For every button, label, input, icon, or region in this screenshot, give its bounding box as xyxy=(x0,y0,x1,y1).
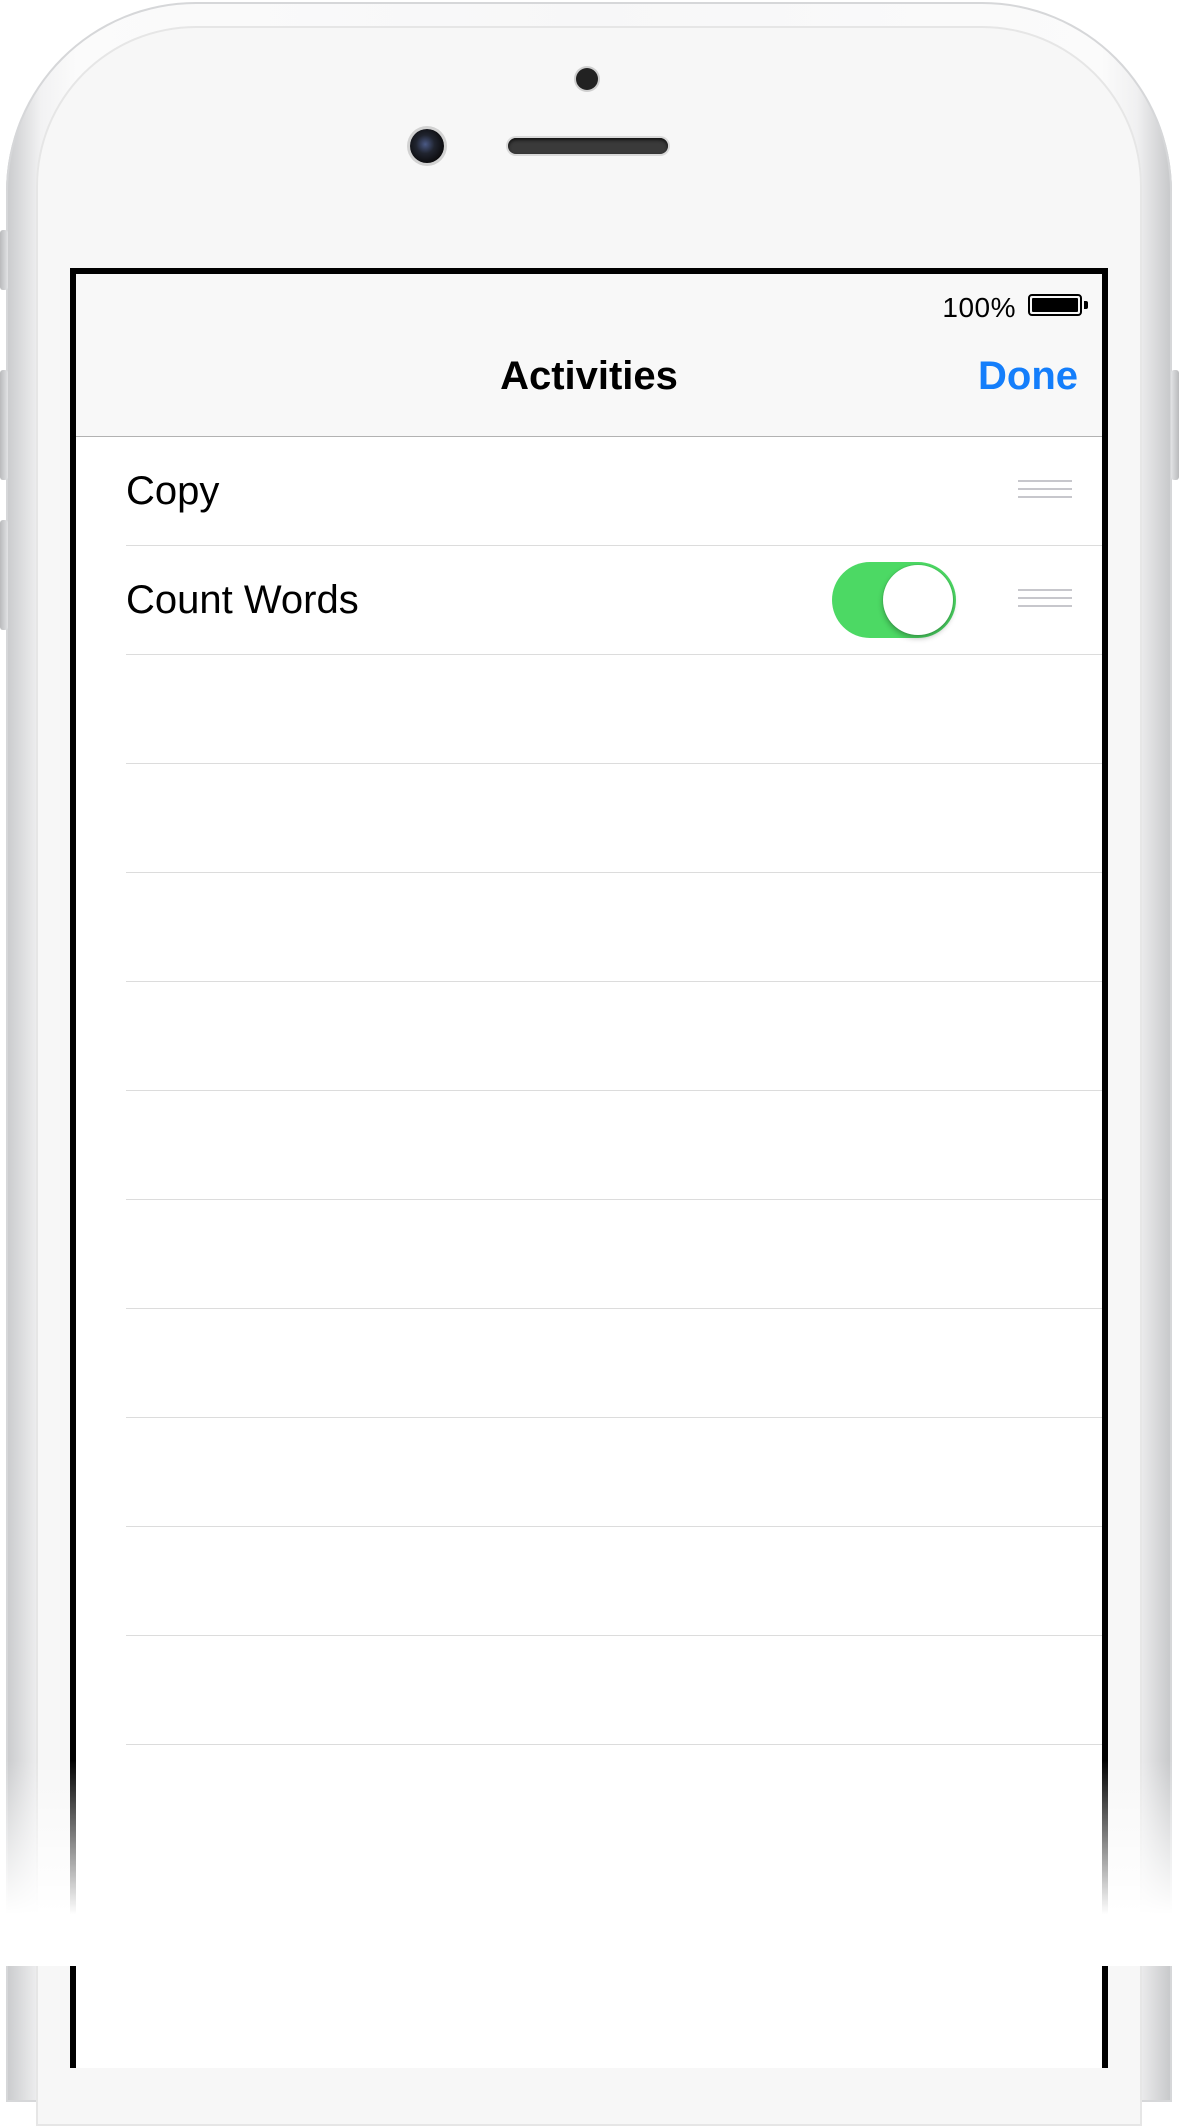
empty-row xyxy=(126,982,1102,1091)
activity-row-count-words[interactable]: Count Words xyxy=(126,546,1102,655)
power-button xyxy=(1171,370,1179,480)
front-camera xyxy=(410,129,444,163)
done-button[interactable]: Done xyxy=(978,354,1078,399)
empty-row xyxy=(126,1200,1102,1309)
activity-label: Copy xyxy=(126,469,220,513)
empty-row xyxy=(126,1091,1102,1200)
reorder-handle-icon[interactable] xyxy=(1018,589,1072,611)
empty-row xyxy=(126,1636,1102,1745)
volume-up-button xyxy=(0,370,8,480)
reorder-handle-icon[interactable] xyxy=(1018,480,1072,502)
empty-row xyxy=(126,1527,1102,1636)
empty-rows xyxy=(76,655,1102,1745)
phone-frame: 100% Activities Done Copy Count Words xyxy=(0,0,1179,2126)
empty-row xyxy=(126,1418,1102,1527)
status-bar: 100% xyxy=(76,274,1102,324)
empty-row xyxy=(126,873,1102,982)
activity-row-copy[interactable]: Copy xyxy=(126,437,1102,546)
earpiece-speaker xyxy=(508,138,668,154)
navigation-bar: Activities Done xyxy=(76,324,1102,437)
empty-row xyxy=(126,764,1102,873)
battery-fill xyxy=(1032,298,1078,312)
proximity-sensor xyxy=(576,68,598,90)
bottom-fade xyxy=(0,1760,1179,1966)
activity-label: Count Words xyxy=(126,578,359,622)
page-title: Activities xyxy=(500,354,678,398)
empty-row xyxy=(126,1309,1102,1418)
toggle-knob xyxy=(883,565,953,635)
volume-down-button xyxy=(0,520,8,630)
count-words-toggle[interactable] xyxy=(832,562,956,638)
empty-row xyxy=(126,655,1102,764)
battery-icon xyxy=(1028,294,1082,316)
activities-table: Copy Count Words xyxy=(76,437,1102,1745)
battery-percentage: 100% xyxy=(942,292,1016,323)
battery-tip xyxy=(1084,301,1088,309)
mute-switch xyxy=(0,230,8,290)
